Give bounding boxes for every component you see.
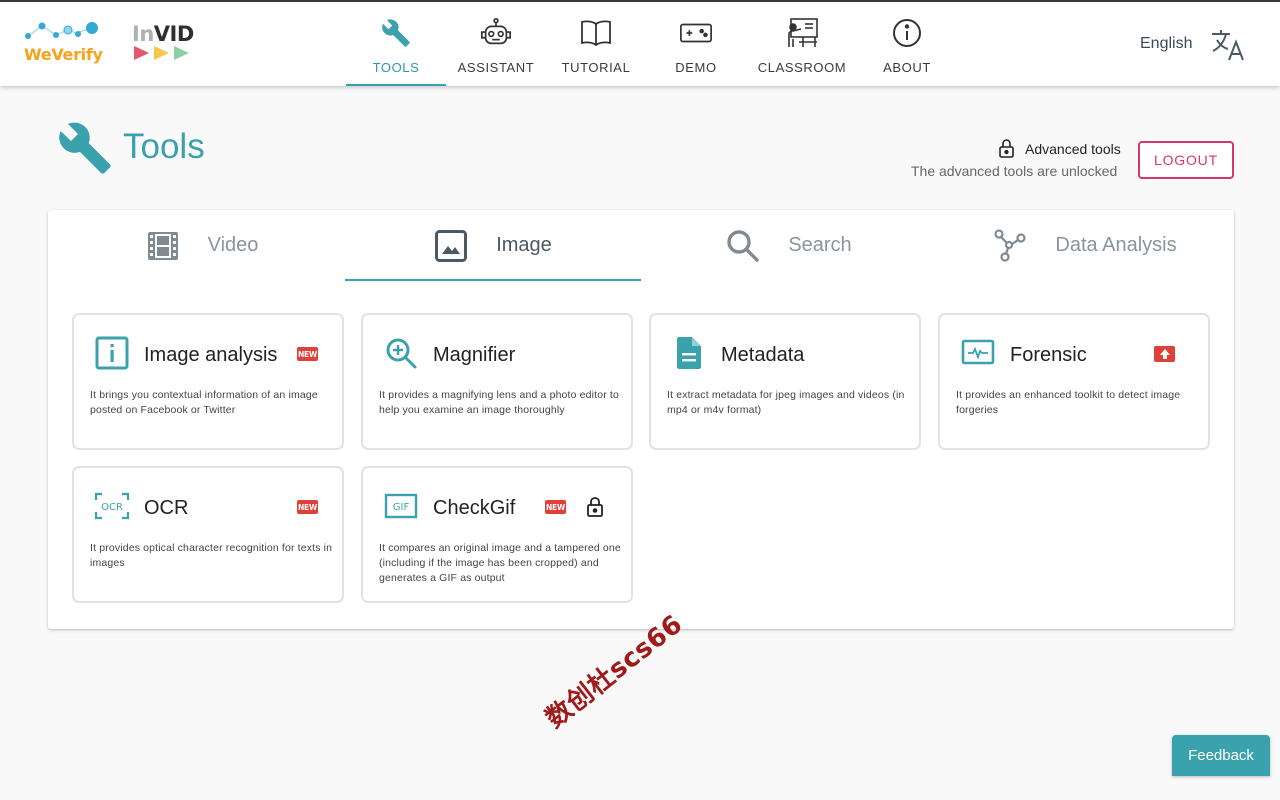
document-icon xyxy=(671,335,707,371)
tool-title: Image analysis xyxy=(144,344,278,366)
nav-label-assistant: ASSISTANT xyxy=(457,60,535,75)
nav-tab-demo[interactable]: DEMO xyxy=(646,2,746,86)
tool-description: It brings you contextual information of … xyxy=(90,389,318,416)
nav-tab-tutorial[interactable]: TUTORIAL xyxy=(546,2,646,86)
tab-image[interactable]: Image xyxy=(345,210,641,281)
advanced-tools-status: The advanced tools are unlocked xyxy=(911,163,1118,179)
translate-icon[interactable] xyxy=(1210,28,1246,62)
logout-button[interactable]: LOGOUT xyxy=(1138,141,1234,179)
tab-image-label: Image xyxy=(496,234,552,256)
unlocked-lock-icon xyxy=(998,139,1015,158)
invid-in-text: In xyxy=(132,22,154,46)
tool-title: Metadata xyxy=(721,344,805,366)
upgrade-badge-icon xyxy=(1154,346,1175,362)
tab-data-analysis-label: Data Analysis xyxy=(1055,234,1177,256)
info-box-icon xyxy=(94,335,130,371)
tool-card-ocr[interactable]: OCR OCR NEW It provides optical characte… xyxy=(72,466,344,603)
tool-card-magnifier[interactable]: Magnifier It provides a magnifying lens … xyxy=(361,313,633,450)
nav-label-demo: DEMO xyxy=(675,60,717,75)
nav-label-tools: TOOLS xyxy=(372,60,420,75)
tool-title: OCR xyxy=(144,497,189,519)
nav-tab-assistant[interactable]: ASSISTANT xyxy=(446,2,546,86)
unlocked-lock-icon xyxy=(586,497,604,517)
tool-description: It provides an enhanced toolkit to detec… xyxy=(956,389,1181,416)
language-selector[interactable]: English xyxy=(1140,35,1192,53)
nav-tab-tools[interactable]: TOOLS xyxy=(346,2,446,86)
nav-label-tutorial: TUTORIAL xyxy=(561,60,631,75)
svg-text:GIF: GIF xyxy=(393,502,410,513)
tool-card-image-analysis[interactable]: Image analysis NEW It brings you context… xyxy=(72,313,344,450)
image-icon xyxy=(434,229,468,263)
tools-panel: Video Image Search Data Analysis Image a… xyxy=(48,210,1234,629)
nav-tab-about[interactable]: ABOUT xyxy=(858,2,956,86)
tool-description: It provides a magnifying lens and a phot… xyxy=(379,389,619,416)
invid-triangles-graphic xyxy=(134,46,189,60)
new-badge-icon: NEW xyxy=(545,500,566,514)
tool-description: It compares an original image and a tamp… xyxy=(379,542,621,584)
page-title: Tools xyxy=(123,127,205,166)
nav-tab-classroom[interactable]: CLASSROOM xyxy=(746,2,858,86)
weverify-wordmark: WeVerify xyxy=(24,45,103,64)
tool-title: Magnifier xyxy=(433,344,516,366)
svg-text:OCR: OCR xyxy=(101,502,123,513)
invid-vid-text: VID xyxy=(153,22,195,46)
info-icon xyxy=(890,16,924,50)
new-badge-icon: NEW xyxy=(297,500,318,514)
tool-card-metadata[interactable]: Metadata It extract metadata for jpeg im… xyxy=(649,313,921,450)
tab-data-analysis[interactable]: Data Analysis xyxy=(937,210,1233,281)
gamepad-icon xyxy=(679,16,713,50)
tab-search-label: Search xyxy=(788,234,852,256)
tool-card-forensic[interactable]: Forensic It provides an enhanced toolkit… xyxy=(938,313,1210,450)
invid-wordmark: InVID xyxy=(132,22,194,46)
tool-description: It extract metadata for jpeg images and … xyxy=(667,389,905,416)
nav-label-about: ABOUT xyxy=(883,60,931,75)
search-icon xyxy=(726,229,760,263)
graph-icon xyxy=(993,228,1027,263)
weverify-logo-graphic xyxy=(25,22,98,39)
tab-video-label: Video xyxy=(207,234,259,256)
weverify-logo[interactable]: WeVerify xyxy=(22,18,104,68)
tool-card-checkgif[interactable]: GIF CheckGif NEW It compares an original… xyxy=(361,466,633,603)
invid-logo[interactable]: InVID xyxy=(130,22,200,64)
tool-title: CheckGif xyxy=(433,497,516,519)
top-app-bar: WeVerify InVID TOOLS ASSISTANT TUTORIAL … xyxy=(0,0,1280,86)
wrench-icon xyxy=(379,16,413,50)
tool-description: It provides optical character recognitio… xyxy=(90,542,333,569)
feedback-button[interactable]: Feedback xyxy=(1172,735,1270,776)
monitor-pulse-icon xyxy=(960,335,996,371)
film-icon xyxy=(146,229,180,263)
ocr-icon: OCR xyxy=(94,488,130,524)
zoom-in-icon xyxy=(383,335,419,371)
gif-icon: GIF xyxy=(383,488,419,524)
tool-title: Forensic xyxy=(1010,344,1087,366)
book-icon xyxy=(579,16,613,50)
tab-search[interactable]: Search xyxy=(641,210,937,281)
robot-icon xyxy=(479,16,513,50)
tools-wrench-icon xyxy=(56,120,114,176)
advanced-tools-label: Advanced tools xyxy=(1025,141,1121,157)
nav-label-classroom: CLASSROOM xyxy=(757,60,847,75)
tab-video[interactable]: Video xyxy=(54,210,350,281)
new-badge-icon: NEW xyxy=(297,347,318,361)
classroom-icon xyxy=(785,16,819,50)
